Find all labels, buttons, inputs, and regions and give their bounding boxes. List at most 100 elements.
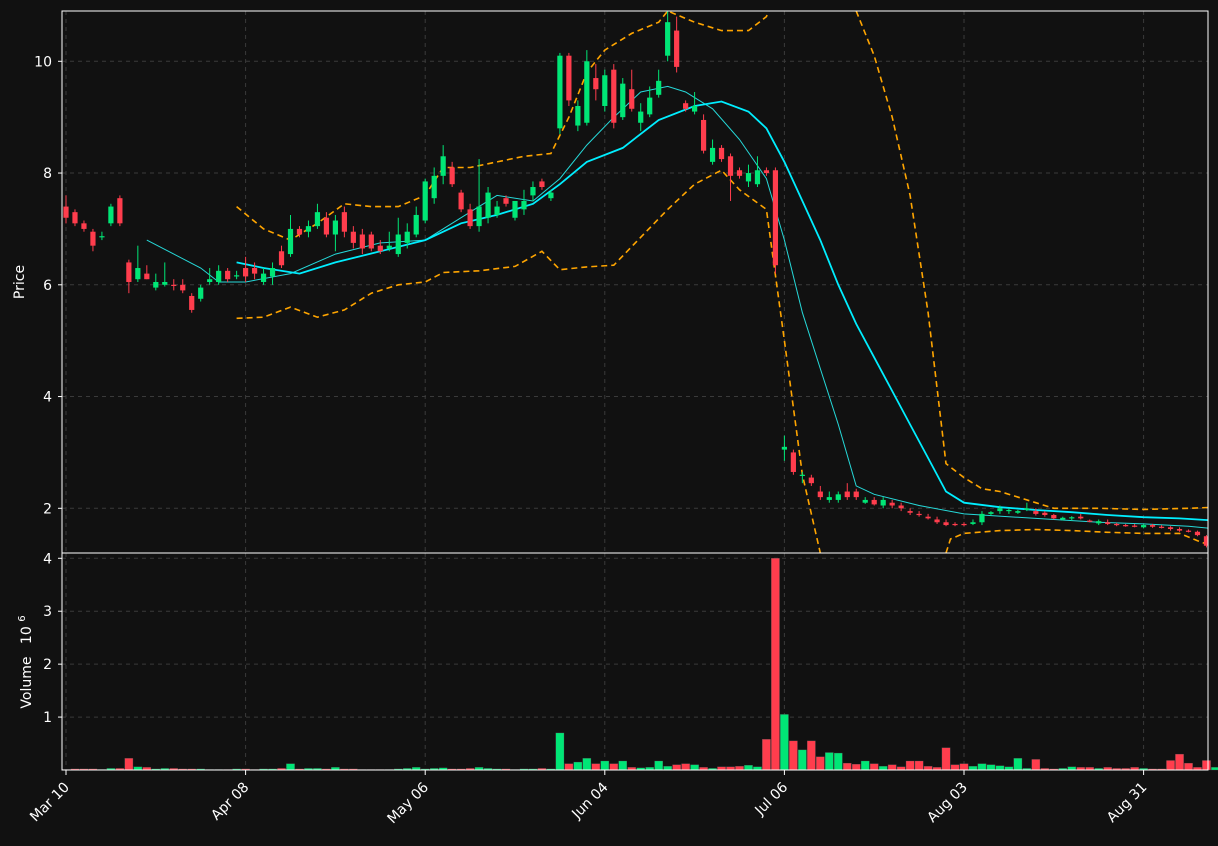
volume-bar: [968, 766, 978, 771]
candle-body: [323, 217, 330, 235]
candle-body: [674, 30, 680, 67]
candle-body: [557, 55, 563, 129]
candle-body: [180, 284, 186, 291]
candle-body: [251, 268, 258, 274]
candle-body: [952, 523, 958, 526]
volume-bar: [923, 766, 933, 771]
candle-body: [494, 206, 500, 215]
candle-body: [1132, 525, 1138, 527]
volume-bar: [789, 740, 798, 771]
candle-body: [934, 519, 940, 523]
candle-body: [620, 83, 626, 118]
chart-figure: 2 4 6 8 10 1234 Mar 10 Apr 08 May 06 Jun 04 Jul …: [0, 0, 1218, 842]
volume-bar: [780, 714, 789, 771]
candlestick: [117, 195, 123, 227]
price-y-tick-label: 2: [43, 501, 52, 517]
candle-body: [135, 268, 141, 280]
volume-y-tick-label: 2: [43, 657, 52, 673]
candle-body: [1087, 520, 1093, 522]
candle-body: [314, 212, 321, 227]
volume-axis-exponent-base: 10: [19, 626, 35, 644]
candlestick: [368, 231, 374, 252]
candle-body: [296, 228, 303, 235]
candle-body: [871, 499, 877, 505]
candle-body: [736, 170, 743, 176]
volume-bar: [600, 760, 610, 771]
candle-body: [754, 170, 761, 185]
volume-bar: [1211, 767, 1218, 771]
candle-body: [287, 228, 294, 255]
candle-body: [144, 273, 150, 280]
candle-body: [844, 491, 850, 498]
candle-body: [781, 446, 787, 450]
candlestick: [700, 114, 707, 154]
candle-body: [1123, 525, 1129, 527]
candle-body: [566, 55, 572, 101]
candle-body: [153, 282, 159, 288]
candle-body: [63, 206, 69, 218]
candle-body: [431, 175, 437, 199]
candle-body: [1078, 516, 1084, 519]
candle-body: [988, 512, 994, 514]
volume-bar: [735, 766, 744, 771]
candle-body: [700, 119, 707, 151]
candle-body: [943, 522, 949, 526]
candle-body: [898, 505, 904, 509]
candle-body: [602, 75, 608, 106]
volume-bar: [995, 765, 1005, 771]
candle-body: [853, 491, 859, 498]
candlestick: [108, 203, 114, 227]
volume-bar: [1031, 759, 1041, 771]
candlestick: [566, 52, 572, 106]
candle-body: [799, 474, 805, 476]
candle-body: [916, 513, 922, 516]
candle-body: [539, 181, 545, 188]
candle-body: [835, 494, 841, 500]
candle-body: [198, 287, 204, 299]
candle-body: [979, 513, 985, 523]
candle-body: [305, 226, 312, 232]
volume-bar: [609, 763, 619, 771]
candle-body: [422, 181, 428, 221]
volume-bar: [869, 763, 879, 771]
candle-body: [745, 173, 752, 182]
candle-body: [350, 231, 356, 243]
candle-body: [593, 78, 599, 90]
volume-y-tick-label: 1: [43, 710, 52, 726]
candle-body: [1105, 522, 1111, 524]
candle-body: [772, 170, 779, 266]
candle-body: [90, 231, 96, 246]
candle-body: [997, 508, 1003, 512]
candle-body: [1158, 526, 1165, 528]
volume-bar: [654, 760, 663, 771]
volume-bar: [1013, 758, 1023, 771]
volume-bar: [860, 760, 870, 771]
candle-body: [638, 111, 644, 123]
candle-body: [269, 268, 276, 277]
volume-bar: [591, 763, 601, 771]
candle-body: [808, 477, 814, 484]
candle-body: [1141, 525, 1147, 528]
volume-bar: [681, 763, 690, 771]
volume-bar: [663, 766, 672, 771]
candle-body: [826, 497, 832, 500]
candle-body: [341, 212, 347, 232]
volume-bar: [582, 758, 592, 771]
volume-bar: [887, 764, 897, 771]
candle-body: [1033, 511, 1039, 514]
figure-background: [0, 0, 1218, 842]
candle-body: [548, 192, 554, 199]
candle-body: [72, 212, 78, 224]
candle-body: [1194, 531, 1201, 536]
candle-body: [386, 245, 392, 249]
volume-bar: [618, 760, 628, 771]
candle-body: [81, 223, 87, 229]
volume-bar: [690, 764, 699, 771]
candle-body: [1006, 509, 1012, 512]
volume-bar: [834, 752, 843, 771]
candle-body: [404, 231, 410, 243]
candle-body: [171, 284, 177, 286]
candlestick: [512, 200, 518, 221]
volume-bar: [564, 763, 574, 771]
candlestick: [611, 64, 617, 129]
